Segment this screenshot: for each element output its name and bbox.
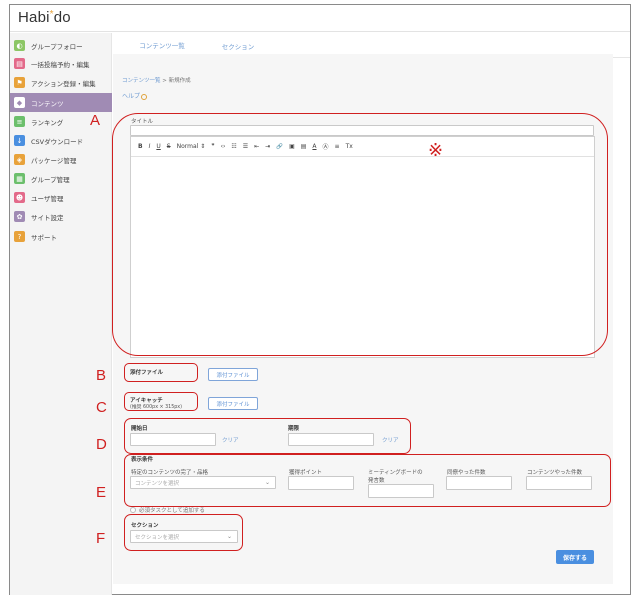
sidebar-item-label: ユーザ管理 xyxy=(31,194,64,203)
annotation-letter-b: B xyxy=(96,367,107,384)
group-follow-icon: ◐ xyxy=(14,40,25,51)
sidebar-item-label: ランキング xyxy=(31,118,64,127)
annotation-box-e xyxy=(124,454,611,507)
annotation-box-d xyxy=(124,418,411,454)
sidebar-item[interactable]: ↓ CSVダウンロード xyxy=(10,131,112,150)
sidebar-item[interactable]: ⚑ アクション登録・編集 xyxy=(10,73,112,92)
sidebar-item-label: サポート xyxy=(31,233,57,242)
annotation-letter-a: A xyxy=(90,112,101,129)
schedule-icon: ▤ xyxy=(14,58,25,69)
ranking-icon: ≡ xyxy=(14,116,25,127)
annotation-asterisk: ※ xyxy=(428,140,444,161)
sidebar-item-label: CSVダウンロード xyxy=(31,137,84,146)
sidebar-item-label: グループフォロー xyxy=(31,42,83,51)
sidebar-item[interactable]: ◐ グループフォロー xyxy=(10,36,112,55)
user-manage-icon: ☻ xyxy=(14,192,25,203)
annotation-box-b xyxy=(124,363,198,382)
annotation-box-f xyxy=(124,514,243,551)
eyecatch-attach-button[interactable]: 添付ファイル xyxy=(208,397,258,410)
required-task-checkbox[interactable]: 必須タスクとして追加する xyxy=(130,506,205,514)
sidebar-item-label: グループ管理 xyxy=(31,175,70,184)
breadcrumb: コンテンツ一覧 > 新規作成 xyxy=(122,78,191,84)
sidebar-item[interactable]: ▤ 一括投稿予約・編集 xyxy=(10,54,112,73)
sidebar-item[interactable]: ? サポート xyxy=(10,227,112,246)
support-icon: ? xyxy=(14,231,25,242)
breadcrumb-current: 新規作成 xyxy=(168,78,191,84)
sidebar-item[interactable]: ◈ パッケージ管理 xyxy=(10,150,112,169)
help-icon xyxy=(141,93,148,100)
annotation-box-c xyxy=(124,392,198,411)
sidebar-item-label: コンテンツ xyxy=(31,99,64,108)
package-icon: ◈ xyxy=(14,154,25,165)
flag-icon: ⚑ xyxy=(14,77,25,88)
gear-icon: ✿ xyxy=(14,211,25,222)
group-manage-icon: ▦ xyxy=(14,173,25,184)
attach-file-button[interactable]: 添付ファイル xyxy=(208,368,258,381)
sidebar-item-label: サイト設定 xyxy=(31,213,64,222)
annotation-letter-d: D xyxy=(96,436,107,453)
content-icon: ◆ xyxy=(14,97,25,108)
sidebar-item[interactable]: ✿ サイト設定 xyxy=(10,207,112,226)
app-logo[interactable]: Habi*do xyxy=(18,9,71,26)
sidebar-item-label: アクション登録・編集 xyxy=(31,79,96,88)
annotation-letter-e: E xyxy=(96,484,107,501)
download-icon: ↓ xyxy=(14,135,25,146)
sidebar-item[interactable]: ◆ コンテンツ xyxy=(10,93,112,112)
sidebar-item-label: パッケージ管理 xyxy=(31,156,77,165)
annotation-box-a xyxy=(112,113,608,356)
top-bar: Habi*do xyxy=(10,5,630,32)
save-button[interactable]: 保存する xyxy=(556,550,594,564)
checkbox-icon xyxy=(130,507,136,513)
sidebar-item-label: 一括投稿予約・編集 xyxy=(31,60,90,69)
sidebar-item[interactable]: ▦ グループ管理 xyxy=(10,169,112,188)
sidebar-item[interactable]: ☻ ユーザ管理 xyxy=(10,188,112,207)
annotation-letter-f: F xyxy=(96,530,106,547)
help-link[interactable]: ヘルプ xyxy=(122,91,148,100)
annotation-letter-c: C xyxy=(96,399,107,416)
breadcrumb-parent[interactable]: コンテンツ一覧 xyxy=(122,78,161,84)
